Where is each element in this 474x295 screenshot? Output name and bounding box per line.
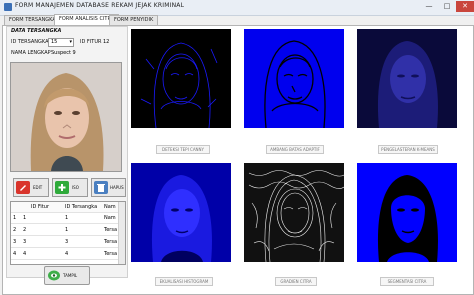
table-row[interactable]: 2 2 1 Tersa — [11, 225, 119, 236]
table-cell: Tersa — [104, 227, 118, 233]
delete-button[interactable]: HAPUS — [91, 178, 126, 197]
table-cell: 2 — [23, 227, 27, 233]
histogram-image — [131, 163, 231, 262]
chevron-down-icon: ▾ — [69, 39, 72, 45]
tampil-label: TAMPIL — [63, 273, 78, 278]
gradient-caption: GRADIEN CITRA — [275, 277, 317, 286]
table-cell: 1 — [23, 215, 27, 221]
table-row[interactable]: 1 1 1 Nam — [11, 213, 119, 224]
minimize-button[interactable]: — — [420, 1, 438, 12]
tab-form-tersangka[interactable]: FORM TERSANGKA — [4, 15, 61, 25]
gradient-image — [244, 163, 344, 262]
column-header: ID Fitur — [31, 204, 50, 210]
id-tersangka-label: ID TERSANGKA — [11, 39, 49, 45]
table-cell: 1 — [65, 215, 69, 221]
tab-form-penyidik[interactable]: FORM PENYIDIK — [109, 15, 159, 25]
add-icon — [55, 181, 69, 194]
window-title: FORM MANAJEMEN DATABASE REKAM JEJAK KRIM… — [15, 2, 185, 9]
table-cell: 3 — [65, 239, 69, 245]
kmeans-image — [357, 29, 457, 128]
tampil-button[interactable]: TAMPIL — [44, 266, 90, 285]
edit-icon — [16, 181, 30, 194]
id-fitur-field[interactable]: 12 — [100, 38, 122, 47]
table-cell: 3 — [23, 239, 27, 245]
id-tersangka-value: 15 — [51, 39, 58, 45]
adaptive-caption: AMBANG BATAS ADAPTIF — [266, 145, 324, 154]
table-cell: 4 — [23, 251, 27, 257]
column-header: ID Tersangka — [65, 204, 98, 210]
suspect-photo — [10, 62, 122, 172]
add-button[interactable]: ISO — [52, 178, 88, 197]
table-header: ID Fitur ID Tersangka Nam — [11, 202, 119, 213]
histogram-caption: EKUALISASI HISTOGRAM — [155, 277, 213, 286]
segmentation-image — [357, 163, 457, 262]
edit-button[interactable]: EDIT — [13, 178, 49, 197]
edit-label: EDIT — [33, 185, 43, 190]
table-row[interactable]: 4 4 4 Tersa — [11, 249, 119, 260]
table-row[interactable]: 3 3 3 Tersa — [11, 237, 119, 248]
table-cell: 4 — [65, 251, 69, 257]
add-label: ISO — [72, 185, 79, 190]
segment-caption: SEGMENTASI CITRA — [380, 277, 434, 286]
column-header: Nam — [104, 204, 116, 210]
table-cell: Tersa — [104, 251, 118, 257]
kmeans-caption: PENGELASTERAN K-MEANS — [378, 145, 438, 154]
id-fitur-label: ID FITUR — [80, 39, 102, 45]
tab-bar: FORM TERSANGKA FORM ANALISIS CITRA FORM … — [0, 14, 474, 25]
delete-label: HAPUS — [110, 185, 124, 190]
table-cell: Tersa — [104, 239, 118, 245]
canny-caption: DETEKSI TEPI CANNY — [156, 145, 210, 154]
maximize-button[interactable]: □ — [438, 1, 456, 12]
table-cell: 1 — [65, 227, 69, 233]
trash-icon — [94, 181, 108, 194]
data-table[interactable]: ID Fitur ID Tersangka Nam 1 1 1 Nam 2 2 … — [10, 201, 126, 265]
nama-lengkap-field[interactable]: Suspect 9 — [48, 49, 122, 58]
table-scrollbar[interactable] — [118, 202, 125, 264]
table-cell: Nam — [104, 215, 116, 221]
app-icon — [4, 3, 12, 11]
eye-icon — [48, 270, 60, 281]
nama-lengkap-label: NAMA LENGKAP — [11, 50, 51, 56]
adaptive-threshold-image — [244, 29, 344, 128]
id-tersangka-select[interactable]: 15 ▾ — [48, 38, 74, 47]
close-button[interactable]: ✕ — [456, 1, 474, 12]
canny-image — [131, 29, 231, 128]
section-title: DATA TERSANGKA — [11, 28, 62, 34]
